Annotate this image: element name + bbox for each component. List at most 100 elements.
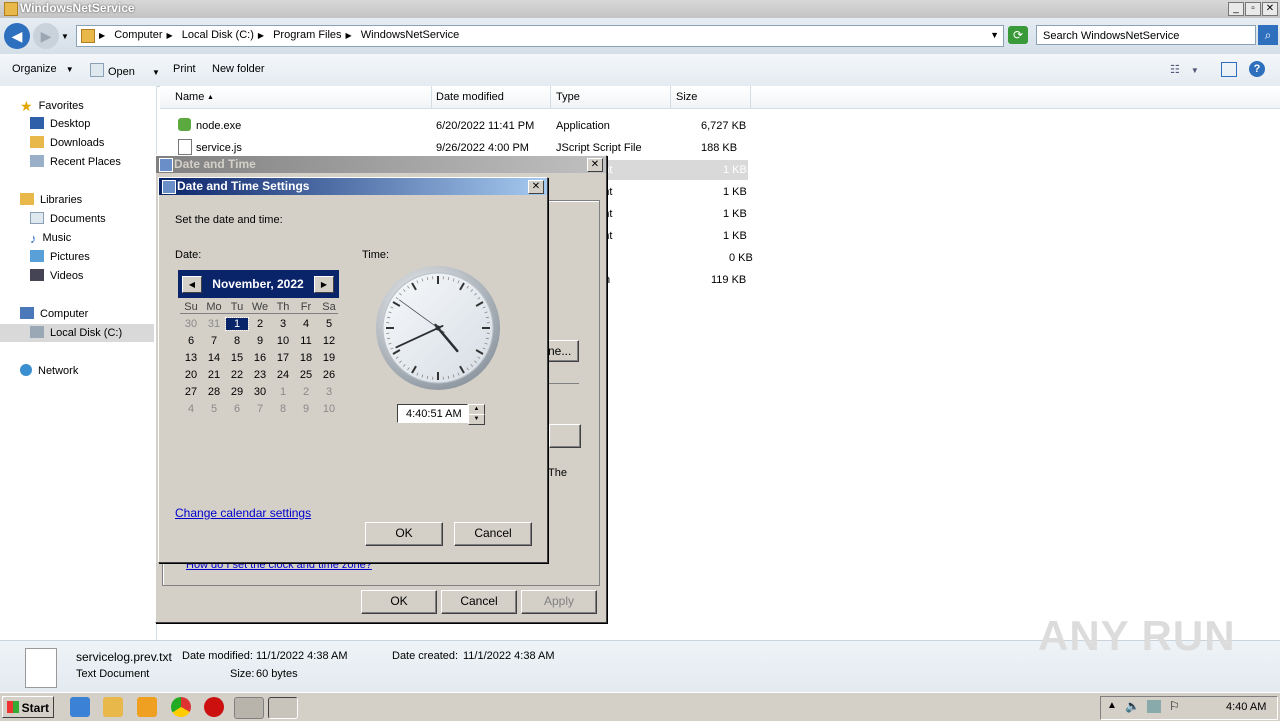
address-bar[interactable]: ▶ Computer▶ Local Disk (C:)▶ Program Fil… — [76, 25, 1004, 47]
calendar-day[interactable]: 13 — [180, 352, 202, 364]
calendar-day[interactable]: 19 — [318, 352, 340, 364]
calendar-day[interactable]: 12 — [318, 335, 340, 347]
taskbar-task-date-time[interactable] — [268, 697, 298, 719]
print-button[interactable]: Print — [173, 63, 196, 75]
time-input[interactable]: 4:40:51 AM — [397, 404, 468, 423]
calendar-day[interactable]: 9 — [295, 403, 317, 415]
minimize-button[interactable]: _ — [1228, 2, 1244, 16]
calendar-day[interactable]: 10 — [272, 335, 294, 347]
nav-libraries[interactable]: Libraries — [20, 193, 82, 206]
calendar-month-title[interactable]: November, 2022 — [202, 277, 314, 291]
start-button[interactable]: Start — [2, 696, 54, 718]
forward-button[interactable]: ▶ — [33, 23, 59, 49]
column-name[interactable]: Name — [175, 91, 204, 103]
new-folder-button[interactable]: New folder — [212, 63, 265, 75]
calendar-day[interactable]: 15 — [226, 352, 248, 364]
nav-music[interactable]: ♪Music — [30, 231, 71, 244]
prev-month-button[interactable]: ◀ — [182, 276, 202, 293]
calendar-day[interactable]: 4 — [295, 318, 317, 330]
next-month-button[interactable]: ▶ — [314, 276, 334, 293]
calendar-day[interactable]: 5 — [318, 318, 340, 330]
calendar-day[interactable]: 30 — [249, 386, 271, 398]
calendar-day[interactable]: 25 — [295, 369, 317, 381]
calendar-day[interactable]: 2 — [249, 318, 271, 330]
calendar-day[interactable]: 1 — [272, 386, 294, 398]
time-down-button[interactable]: ▼ — [468, 414, 485, 425]
calendar-day[interactable]: 27 — [180, 386, 202, 398]
column-type[interactable]: Type — [556, 91, 580, 103]
tray-expand-icon[interactable]: ▲ — [1107, 700, 1117, 711]
crumb-local-disk[interactable]: Local Disk (C:) — [182, 29, 254, 41]
calendar-day[interactable]: 8 — [272, 403, 294, 415]
calendar-day[interactable]: 24 — [272, 369, 294, 381]
nav-pictures[interactable]: Pictures — [30, 250, 90, 263]
help-icon[interactable]: ? — [1249, 61, 1265, 77]
dialog-close-button[interactable]: ✕ — [587, 158, 603, 172]
nav-recent-places[interactable]: Recent Places — [30, 155, 121, 168]
settings-ok-button[interactable]: OK — [365, 522, 443, 546]
calendar-day[interactable]: 11 — [295, 335, 317, 347]
volume-icon[interactable]: 🔈 — [1125, 699, 1140, 713]
calendar-day[interactable]: 14 — [203, 352, 225, 364]
open-button[interactable]: Open ▼ — [90, 63, 160, 78]
taskbar-clock[interactable]: 4:40 AM — [1226, 701, 1266, 713]
chrome-icon[interactable] — [171, 697, 191, 717]
network-tray-icon[interactable] — [1147, 700, 1161, 713]
crumb-program-files[interactable]: Program Files — [273, 29, 341, 41]
nav-desktop[interactable]: Desktop — [30, 117, 90, 130]
change-settings-button[interactable] — [549, 424, 581, 448]
preview-pane-icon[interactable] — [1221, 62, 1237, 77]
calendar-day[interactable]: 9 — [249, 335, 271, 347]
ok-button[interactable]: OK — [361, 590, 437, 614]
crumb-windowsnetservice[interactable]: WindowsNetService — [361, 29, 459, 41]
crumb-computer[interactable]: Computer — [114, 29, 162, 41]
calendar-day[interactable]: 10 — [318, 403, 340, 415]
nav-videos[interactable]: Videos — [30, 269, 83, 282]
cancel-button[interactable]: Cancel — [441, 590, 517, 614]
calendar-day[interactable]: 4 — [180, 403, 202, 415]
column-date-modified[interactable]: Date modified — [436, 91, 504, 103]
calendar-day[interactable]: 5 — [203, 403, 225, 415]
calendar-day[interactable]: 28 — [203, 386, 225, 398]
calendar-day[interactable]: 3 — [318, 386, 340, 398]
apply-button[interactable]: Apply — [521, 590, 597, 614]
nav-network[interactable]: Network — [20, 364, 78, 377]
ie-icon[interactable] — [70, 697, 90, 717]
change-calendar-settings-link[interactable]: Change calendar settings — [175, 506, 311, 520]
calendar-day-selected[interactable]: 1 — [226, 318, 248, 330]
explorer-icon[interactable] — [103, 697, 123, 717]
calendar-day[interactable]: 17 — [272, 352, 294, 364]
settings-cancel-button[interactable]: Cancel — [454, 522, 532, 546]
maximize-button[interactable]: ▫ — [1245, 2, 1261, 16]
calendar-day[interactable]: 20 — [180, 369, 202, 381]
refresh-icon[interactable]: ⟳ — [1008, 26, 1028, 44]
calendar-day[interactable]: 26 — [318, 369, 340, 381]
media-player-icon[interactable] — [137, 697, 157, 717]
taskbar-task-explorer[interactable] — [234, 697, 264, 719]
history-dropdown-icon[interactable]: ▼ — [61, 32, 69, 41]
calendar-day[interactable]: 16 — [249, 352, 271, 364]
calendar-day[interactable]: 7 — [249, 403, 271, 415]
calendar-day[interactable]: 30 — [180, 318, 202, 330]
nav-downloads[interactable]: Downloads — [30, 136, 104, 149]
calendar-day[interactable]: 3 — [272, 318, 294, 330]
opera-icon[interactable] — [204, 697, 224, 717]
nav-documents[interactable]: Documents — [30, 212, 106, 225]
calendar-day[interactable]: 21 — [203, 369, 225, 381]
views-icon[interactable]: ☷ ▼ — [1170, 63, 1199, 76]
calendar-day[interactable]: 8 — [226, 335, 248, 347]
close-button[interactable]: ✕ — [1262, 2, 1278, 16]
calendar-day[interactable]: 7 — [203, 335, 225, 347]
settings-close-button[interactable]: ✕ — [528, 180, 544, 194]
calendar-day[interactable]: 29 — [226, 386, 248, 398]
search-input[interactable]: Search WindowsNetService — [1036, 25, 1256, 45]
column-size[interactable]: Size — [676, 91, 697, 103]
nav-computer[interactable]: Computer — [20, 307, 88, 320]
nav-local-disk[interactable]: Local Disk (C:) — [30, 326, 122, 339]
calendar-day[interactable]: 22 — [226, 369, 248, 381]
nav-favorites[interactable]: ★Favorites — [20, 98, 84, 112]
file-row[interactable]: node.exe 6/20/2022 11:41 PM Application … — [164, 116, 754, 136]
calendar-day[interactable]: 6 — [180, 335, 202, 347]
address-dropdown-icon[interactable]: ▼ — [990, 30, 999, 40]
calendar-day[interactable]: 6 — [226, 403, 248, 415]
